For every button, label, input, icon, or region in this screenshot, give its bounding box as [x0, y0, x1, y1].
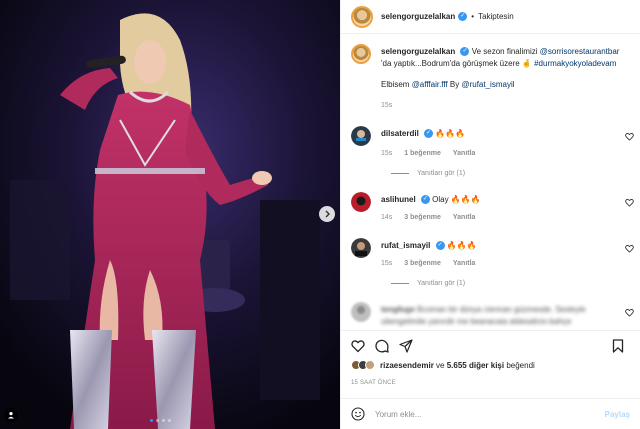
verified-badge-icon: ✓: [435, 241, 445, 251]
paper-plane-icon[interactable]: [399, 339, 413, 353]
comment-item: rufat_ismayil ✓ 🔥🔥🔥 15s 3 beğenme Yanıtla …: [351, 238, 634, 300]
comment-likes-count[interactable]: 3 beğenme: [404, 260, 441, 267]
comment-text: tengfuge Bcoman bir dünya ciennan güzmes…: [381, 304, 620, 328]
likes-summary: rizaesendemir ve 5.655 diğer kişi beğend…: [351, 360, 535, 370]
avatar[interactable]: [351, 126, 371, 146]
comment-likes-count[interactable]: 3 beğenme: [404, 214, 441, 221]
comment-time: 15s: [381, 150, 393, 157]
caption-mention-link[interactable]: @afffair.fff: [412, 80, 448, 89]
avatar: [365, 360, 375, 370]
others-likes-link[interactable]: 5.655 diğer kişi: [447, 361, 504, 370]
post-comment-button[interactable]: Paylaş: [605, 410, 630, 419]
comment-username[interactable]: rufat_ismayil: [381, 241, 430, 250]
caption-line2-prefix: Elbisem: [381, 80, 412, 89]
post-timestamp[interactable]: 15 SAAT ÖNCE: [351, 380, 396, 386]
carousel-dot: [162, 419, 165, 422]
view-replies-button[interactable]: Yanıtları gör (1): [391, 170, 465, 177]
verified-badge-icon: ✓: [458, 12, 468, 21]
comment-item: dilsaterdil ✓ 🔥🔥🔥 15s 1 beğenme Yanıtla Ya…: [351, 126, 634, 188]
chevron-right-icon: [325, 210, 330, 218]
comment-time: 14s: [381, 214, 393, 221]
comment-text: dilsaterdil ✓ 🔥🔥🔥: [381, 128, 620, 140]
comment-body: Olay 🔥🔥🔥: [432, 195, 481, 204]
post-photo: [0, 0, 340, 429]
comment-body: 🔥🔥🔥: [435, 129, 466, 138]
comment-meta: 15s 3 beğenme Yanıtla: [381, 260, 487, 267]
reply-button[interactable]: Yanıtla: [453, 214, 476, 221]
comment-meta: 15s 1 beğenme Yanıtla: [381, 150, 487, 157]
separator-dot: •: [471, 12, 475, 21]
carousel-dot: [150, 419, 153, 422]
heart-icon[interactable]: [351, 339, 365, 353]
comment-username[interactable]: tengfuge: [381, 305, 415, 314]
tagged-users-button[interactable]: [4, 408, 18, 422]
verified-badge-icon: ✓: [424, 129, 434, 139]
likes-suffix: beğendi: [504, 360, 535, 370]
comment-icon[interactable]: [375, 339, 389, 353]
likes-joiner: ve: [433, 360, 447, 370]
verified-badge-icon: ✓: [460, 47, 470, 57]
action-bar: [341, 330, 640, 358]
comment-body: 🔥🔥🔥: [446, 241, 477, 250]
caption-username[interactable]: selengorguzelalkan: [381, 47, 455, 56]
comment-meta: 14s 3 beğenme Yanıtla: [381, 214, 487, 221]
caption-mention-link[interactable]: @rufat_ismayil: [461, 80, 514, 89]
post-side-panel: selengorguzelalkan ✓ • Takiptesin seleng…: [340, 0, 640, 429]
comment-input[interactable]: [375, 409, 605, 419]
caption-mention-link[interactable]: @sorrisorestaurantbar: [540, 47, 620, 56]
heart-icon[interactable]: [625, 132, 634, 141]
view-replies-button[interactable]: Yanıtları gör (1): [391, 280, 465, 287]
comment-item: aslihunel ✓ Olay 🔥🔥🔥 14s 3 beğenme Yanıtla: [351, 192, 634, 232]
comment-item: tengfuge Bcoman bir dünya ciennan güzmes…: [351, 302, 634, 328]
comment-likes-count[interactable]: 1 beğenme: [404, 150, 441, 157]
carousel-dot: [168, 419, 171, 422]
comments-list[interactable]: selengorguzelalkan ✓ Ve sezon finalimizi…: [341, 34, 640, 328]
comment-time: 15s: [381, 260, 393, 267]
reply-button[interactable]: Yanıtla: [453, 150, 476, 157]
avatar[interactable]: [351, 5, 373, 28]
liker-username[interactable]: rizaesendemir: [380, 361, 434, 370]
comment-text: aslihunel ✓ Olay 🔥🔥🔥: [381, 194, 620, 206]
post-header: selengorguzelalkan ✓ • Takiptesin: [341, 0, 640, 34]
smiley-icon[interactable]: [351, 407, 365, 421]
carousel-indicator: [150, 419, 171, 422]
header-username[interactable]: selengorguzelalkan: [381, 12, 455, 21]
caption-text: selengorguzelalkan ✓ Ve sezon finalimizi…: [381, 46, 620, 112]
heart-icon[interactable]: [625, 244, 634, 253]
carousel-dot: [156, 419, 159, 422]
comment-text: rufat_ismayil ✓ 🔥🔥🔥: [381, 240, 620, 252]
avatar[interactable]: [351, 238, 371, 258]
avatar[interactable]: [351, 192, 371, 212]
view-replies-label: Yanıtları gör (1): [417, 170, 466, 177]
comment-username[interactable]: aslihunel: [381, 195, 416, 204]
next-slide-button[interactable]: [319, 206, 335, 222]
verified-badge-icon: ✓: [420, 195, 430, 205]
heart-icon[interactable]: [625, 308, 634, 317]
follow-status-button[interactable]: Takiptesin: [478, 12, 514, 21]
likes-text: rizaesendemir ve 5.655 diğer kişi beğend…: [380, 361, 535, 370]
reply-button[interactable]: Yanıtla: [453, 260, 476, 267]
caption-hashtag-link[interactable]: #durmakyokyoladevam: [534, 59, 616, 68]
comment-composer: Paylaş: [341, 398, 640, 429]
caption: selengorguzelalkan ✓ Ve sezon finalimizi…: [351, 44, 634, 114]
comment-username[interactable]: dilsaterdil: [381, 129, 419, 138]
caption-line2: Elbisem @afffair.fff By @rufat_ismayil: [381, 79, 620, 91]
caption-time: 15s: [381, 102, 393, 109]
avatar[interactable]: [351, 302, 371, 322]
post-media[interactable]: [0, 0, 340, 429]
caption-mid: 'da yaptık...Bodrum'da görüşmek üzere 🤞: [381, 59, 535, 68]
caption-prefix: Ve sezon finalimizi: [471, 47, 540, 56]
caption-line2-by: By: [447, 80, 462, 89]
bookmark-icon[interactable]: [611, 339, 625, 353]
view-replies-label: Yanıtları gör (1): [417, 280, 466, 287]
avatar[interactable]: [351, 44, 371, 64]
user-tag-icon: [8, 412, 14, 419]
heart-icon[interactable]: [625, 198, 634, 207]
